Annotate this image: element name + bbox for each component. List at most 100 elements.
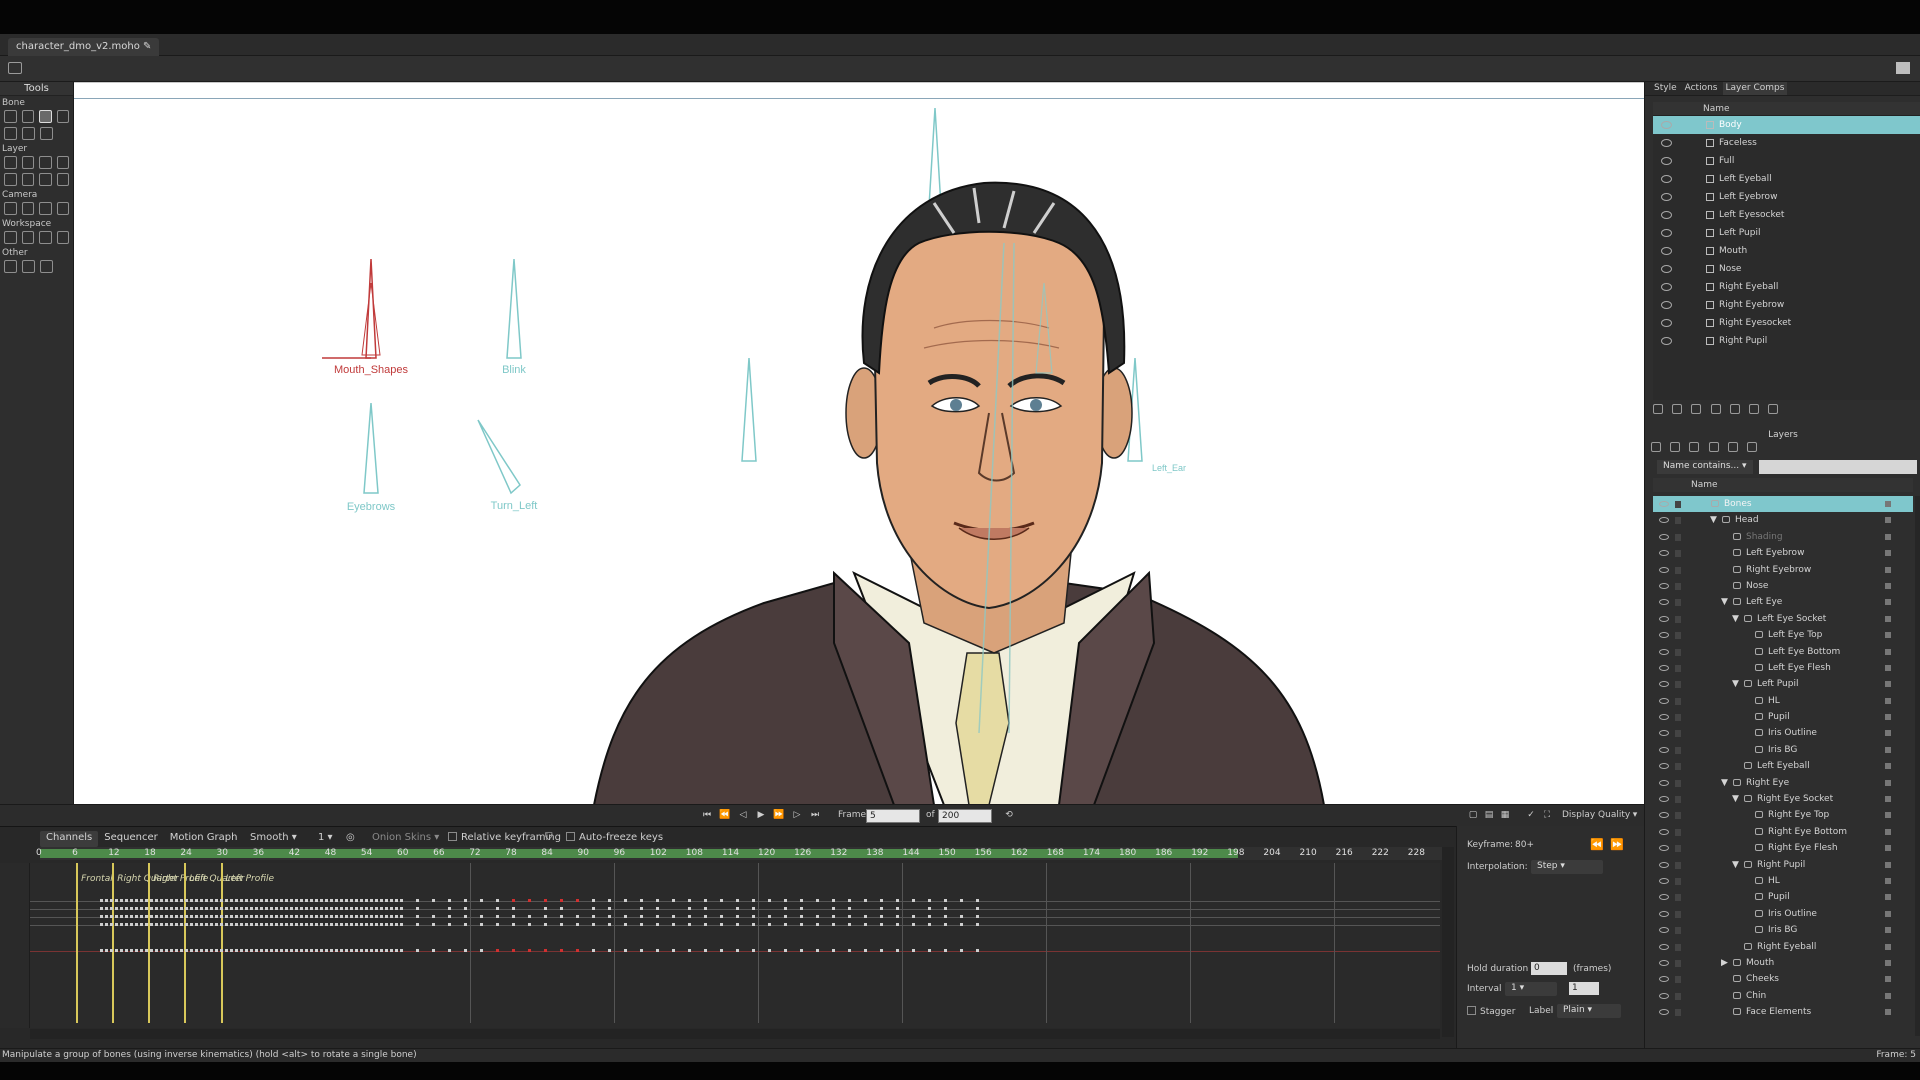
visibility-comp-icon[interactable] bbox=[1710, 404, 1721, 414]
keyframe-dot[interactable] bbox=[265, 949, 268, 952]
keyframe-dot[interactable] bbox=[265, 899, 268, 902]
layer-color-swatch[interactable] bbox=[1885, 615, 1891, 622]
keyframe-dot[interactable] bbox=[205, 899, 208, 902]
set-origin-icon[interactable] bbox=[21, 156, 34, 169]
keyframe-dot[interactable] bbox=[325, 923, 328, 926]
lock-icon[interactable] bbox=[1675, 992, 1681, 1000]
lock-icon[interactable] bbox=[1675, 927, 1681, 935]
layer-color-swatch[interactable] bbox=[1885, 779, 1891, 786]
new-layer-icon[interactable] bbox=[1651, 442, 1661, 452]
keyframe-dot[interactable] bbox=[640, 949, 643, 952]
comp-checkbox[interactable] bbox=[1706, 175, 1714, 183]
comp-checkbox[interactable] bbox=[1706, 247, 1714, 255]
keyframe-dot[interactable] bbox=[335, 949, 338, 952]
keyframe-dot[interactable] bbox=[912, 915, 915, 918]
tab-layer-comps[interactable]: Layer Comps bbox=[1722, 82, 1788, 95]
keyframe-dot[interactable] bbox=[260, 907, 263, 910]
tab-style[interactable]: Style bbox=[1651, 82, 1680, 95]
previous-keyframe-icon[interactable]: ◁ bbox=[736, 809, 750, 822]
lock-comp-icon[interactable] bbox=[1729, 404, 1740, 414]
keyframe-dot[interactable] bbox=[480, 949, 483, 952]
render-comp-icon[interactable] bbox=[1748, 404, 1759, 414]
eye-icon[interactable] bbox=[1659, 763, 1669, 770]
keyframe-dot[interactable] bbox=[280, 915, 283, 918]
keyframe-dot[interactable] bbox=[240, 907, 243, 910]
layer-color-swatch[interactable] bbox=[1885, 730, 1891, 737]
keyframe-dot[interactable] bbox=[375, 915, 378, 918]
keyframe-dot[interactable] bbox=[145, 923, 148, 926]
checkmark-icon[interactable]: ✓ bbox=[1524, 809, 1538, 822]
keyframe-dot[interactable] bbox=[736, 923, 739, 926]
keyframe-dot[interactable] bbox=[275, 915, 278, 918]
keyframe-dot[interactable] bbox=[928, 915, 931, 918]
keyframe-dot[interactable] bbox=[330, 899, 333, 902]
keyframe-dot[interactable] bbox=[784, 899, 787, 902]
keyframe-dot[interactable] bbox=[140, 899, 143, 902]
keyframe-dot[interactable] bbox=[385, 923, 388, 926]
onion-icon[interactable]: ◎ bbox=[346, 832, 355, 843]
keyframe-dot[interactable] bbox=[130, 907, 133, 910]
keyframe-dot[interactable] bbox=[944, 915, 947, 918]
keyframe-dot[interactable] bbox=[400, 907, 403, 910]
comp-row[interactable]: Left Eyebrow bbox=[1653, 188, 1920, 206]
keyframe-dot[interactable] bbox=[360, 915, 363, 918]
keyframe-dot[interactable] bbox=[110, 899, 113, 902]
layer-color-swatch[interactable] bbox=[1885, 582, 1891, 589]
keyframe-dot[interactable] bbox=[560, 915, 563, 918]
keyframe-dot[interactable] bbox=[880, 949, 883, 952]
translate-bone-icon[interactable] bbox=[21, 110, 34, 123]
keyframe-dot[interactable] bbox=[395, 923, 398, 926]
layer-row[interactable]: HL bbox=[1653, 693, 1913, 709]
layer-row[interactable]: ▼ Head bbox=[1653, 512, 1913, 528]
auto-freeze-checkbox[interactable]: Auto-freeze keys bbox=[566, 832, 663, 843]
keyframe-dot[interactable] bbox=[380, 915, 383, 918]
keyframe-dot[interactable] bbox=[624, 915, 627, 918]
loop-icon[interactable]: ⟲ bbox=[1002, 809, 1016, 822]
keyframe-dot[interactable] bbox=[896, 949, 899, 952]
keyframe-dot[interactable] bbox=[784, 915, 787, 918]
keyframe-dot[interactable] bbox=[315, 949, 318, 952]
keyframe-dot[interactable] bbox=[120, 907, 123, 910]
lock-icon[interactable] bbox=[1675, 959, 1681, 967]
keyframe-dot[interactable] bbox=[310, 899, 313, 902]
keyframe-dot[interactable] bbox=[370, 949, 373, 952]
lock-icon[interactable] bbox=[1675, 910, 1681, 918]
keyframe-dot[interactable] bbox=[110, 949, 113, 952]
keyframe-dot[interactable] bbox=[155, 949, 158, 952]
keyframe-dot[interactable] bbox=[864, 949, 867, 952]
keyframe-dot[interactable] bbox=[688, 915, 691, 918]
hand-icon[interactable] bbox=[4, 231, 17, 244]
keyframe-dot[interactable] bbox=[448, 915, 451, 918]
keyframe-dot[interactable] bbox=[185, 907, 188, 910]
keyframe-dot[interactable] bbox=[235, 907, 238, 910]
layer-color-swatch[interactable] bbox=[1885, 648, 1891, 655]
keyframe-dot[interactable] bbox=[220, 949, 223, 952]
keyframe-dot[interactable] bbox=[165, 949, 168, 952]
keyframe-dot[interactable] bbox=[380, 899, 383, 902]
layer-row[interactable]: ▼ Left Eye Socket bbox=[1653, 611, 1913, 627]
lock-icon[interactable] bbox=[1675, 976, 1681, 984]
eye-icon[interactable] bbox=[1659, 681, 1669, 688]
keyframe-dot[interactable] bbox=[240, 923, 243, 926]
keyframe-dot[interactable] bbox=[560, 899, 563, 902]
keyframe-dot[interactable] bbox=[330, 949, 333, 952]
keyframe-dot[interactable] bbox=[656, 899, 659, 902]
onion-skins-dropdown[interactable]: Onion Skins ▾ bbox=[372, 832, 439, 843]
keyframe-dot[interactable] bbox=[365, 915, 368, 918]
keyframe-dot[interactable] bbox=[145, 949, 148, 952]
switch-layer-icon[interactable] bbox=[21, 173, 34, 186]
keyframe-dot[interactable] bbox=[365, 907, 368, 910]
keyframe-dot[interactable] bbox=[215, 907, 218, 910]
keyframe-dot[interactable] bbox=[145, 907, 148, 910]
layers-scrollbar[interactable] bbox=[1915, 496, 1920, 1036]
layer-row[interactable]: Nose bbox=[1653, 578, 1913, 594]
keyframe-dot[interactable] bbox=[260, 915, 263, 918]
keyframe-dot[interactable] bbox=[200, 899, 203, 902]
keyframe-dot[interactable] bbox=[832, 923, 835, 926]
view-quad-icon[interactable]: ▦ bbox=[1498, 809, 1512, 822]
keyframe-dot[interactable] bbox=[704, 949, 707, 952]
keyframe-dot[interactable] bbox=[752, 923, 755, 926]
keyframe-dot[interactable] bbox=[315, 923, 318, 926]
comp-checkbox[interactable] bbox=[1706, 337, 1714, 345]
marker-line[interactable] bbox=[184, 863, 187, 1023]
